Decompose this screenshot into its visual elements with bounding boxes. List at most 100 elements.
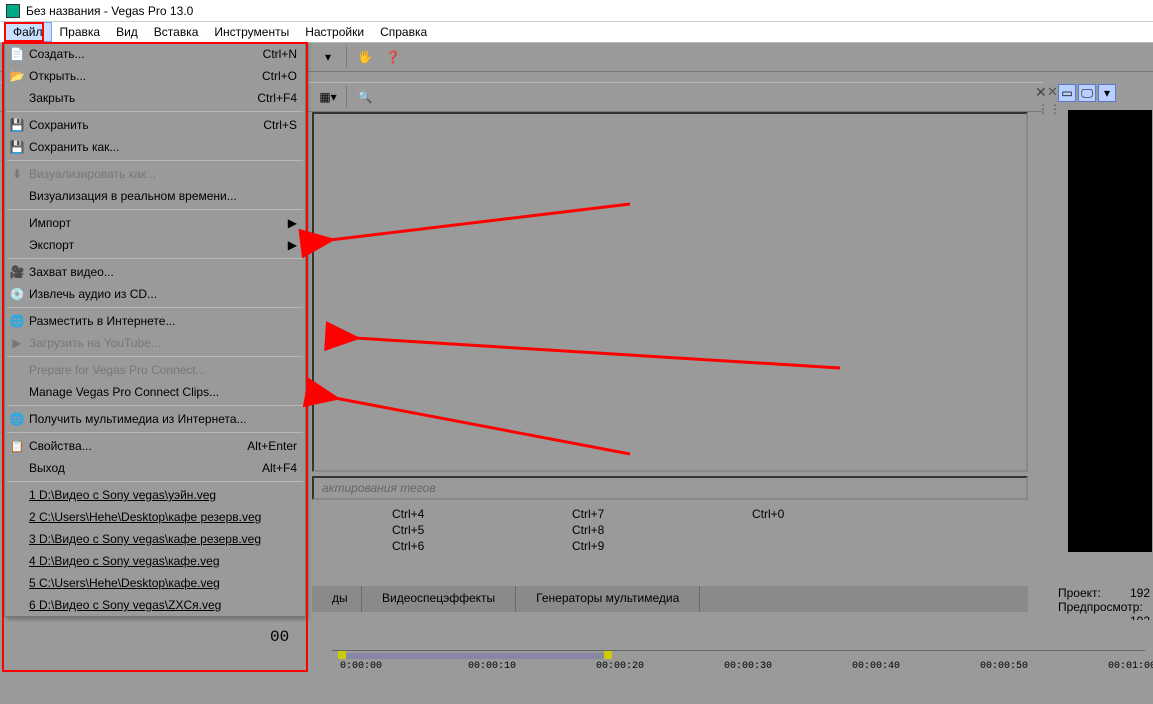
bottom-tabs: ды Видеоспецэффекты Генераторы мультимед…: [312, 586, 1028, 612]
menu-capture-video[interactable]: 🎥 Захват видео...: [5, 261, 305, 283]
menu-recent-2[interactable]: 2 C:\Users\Hehe\Desktop\кафе резерв.veg: [5, 506, 305, 528]
ruler-label: 00:00:50: [980, 661, 1028, 672]
help-icon[interactable]: ❓: [381, 45, 405, 69]
save-icon: 💾: [9, 117, 25, 133]
project-label: Проект:: [1058, 586, 1101, 600]
shortcut-ctrl4: Ctrl+4: [392, 506, 532, 522]
download-icon: 🌐: [9, 411, 25, 427]
menu-prepare-connect: Prepare for Vegas Pro Connect...: [5, 359, 305, 381]
workspace-panel: [312, 112, 1028, 472]
properties-icon: 📋: [9, 438, 25, 454]
youtube-icon: ▶: [9, 335, 25, 351]
menu-extract-audio-cd[interactable]: 💿 Извлечь аудио из CD...: [5, 283, 305, 305]
shortcut-ctrl7: Ctrl+7: [572, 506, 712, 522]
tags-placeholder: актирования тегов: [322, 481, 436, 495]
menu-separator: [7, 258, 303, 259]
preview-panel: ▭ 🖵 ▾ Проект: 192 Предпросмотр: 192: [1056, 82, 1152, 628]
capture-icon: 🎥: [9, 264, 25, 280]
menu-recent-4[interactable]: 4 D:\Видео с Sony vegas\кафе.veg: [5, 550, 305, 572]
panel-drag-handle[interactable]: ⋮: [1037, 102, 1049, 116]
tags-edit-bar[interactable]: актирования тегов: [312, 476, 1028, 500]
preview-close-icon[interactable]: ✕: [1047, 84, 1058, 100]
view-grid-icon[interactable]: ▦▾: [316, 85, 340, 109]
menu-file[interactable]: Файл: [4, 22, 52, 42]
hand-icon[interactable]: 🖐: [353, 45, 377, 69]
menu-separator: [7, 209, 303, 210]
menu-bar: Файл Правка Вид Вставка Инструменты Наст…: [0, 22, 1153, 42]
shortcut-ctrl8: Ctrl+8: [572, 522, 712, 538]
menu-realtime-render[interactable]: Визуализация в реальном времени...: [5, 185, 305, 207]
project-value: 192: [1130, 586, 1150, 600]
loop-end-marker[interactable]: [604, 651, 612, 659]
file-menu-dropdown: 📄 Создать...Ctrl+N 📂 Открыть...Ctrl+O За…: [4, 42, 306, 617]
menu-edit[interactable]: Правка: [52, 22, 109, 42]
menu-recent-1[interactable]: 1 D:\Видео с Sony vegas\уэйн.veg: [5, 484, 305, 506]
menu-get-media-internet[interactable]: 🌐 Получить мультимедиа из Интернета...: [5, 408, 305, 430]
menu-separator: [7, 111, 303, 112]
timecode-display: 00: [270, 628, 289, 646]
shortcut-hints: Ctrl+4 Ctrl+5 Ctrl+6 Ctrl+7 Ctrl+8 Ctrl+…: [312, 504, 1028, 564]
menu-close[interactable]: ЗакрытьCtrl+F4: [5, 87, 305, 109]
menu-recent-5[interactable]: 5 C:\Users\Hehe\Desktop\кафе.veg: [5, 572, 305, 594]
ruler-label: 00:00:40: [852, 661, 900, 672]
menu-recent-3[interactable]: 3 D:\Видео с Sony vegas\кафе резерв.veg: [5, 528, 305, 550]
new-file-icon: 📄: [9, 46, 25, 62]
title-bar: Без названия - Vegas Pro 13.0: [0, 0, 1153, 22]
menu-recent-6[interactable]: 6 D:\Видео с Sony vegas\ZXCя.veg: [5, 594, 305, 616]
shortcut-ctrl9: Ctrl+9: [572, 538, 712, 554]
ruler-label: 0:00:00: [340, 661, 382, 672]
menu-import[interactable]: Импорт▶: [5, 212, 305, 234]
menu-help[interactable]: Справка: [372, 22, 435, 42]
open-folder-icon: 📂: [9, 68, 25, 84]
menu-open[interactable]: 📂 Открыть...Ctrl+O: [5, 65, 305, 87]
toolbar-button[interactable]: ▾: [316, 45, 340, 69]
menu-properties[interactable]: 📋 Свойства...Alt+Enter: [5, 435, 305, 457]
menu-separator: [7, 481, 303, 482]
timeline-ruler[interactable]: 0:00:00 00:00:10 00:00:20 00:00:30 00:00…: [332, 650, 1145, 674]
menu-tools[interactable]: Инструменты: [206, 22, 297, 42]
toolbar-separator: [346, 86, 347, 108]
tab-video-fx[interactable]: Видеоспецэффекты: [362, 586, 516, 612]
preview-btn-3[interactable]: ▾: [1098, 84, 1116, 102]
menu-view[interactable]: Вид: [108, 22, 146, 42]
preview-btn-1[interactable]: ▭: [1058, 84, 1076, 102]
preview-label: Предпросмотр:: [1058, 600, 1143, 614]
save-as-icon: 💾: [9, 139, 25, 155]
window-title: Без названия - Vegas Pro 13.0: [26, 4, 193, 18]
menu-exit[interactable]: ВыходAlt+F4: [5, 457, 305, 479]
loop-region[interactable]: [340, 653, 610, 659]
ruler-label: 00:00:30: [724, 661, 772, 672]
cd-icon: 💿: [9, 286, 25, 302]
menu-separator: [7, 307, 303, 308]
preview-info: Проект: 192 Предпросмотр: 192: [1056, 582, 1152, 618]
submenu-arrow-icon: ▶: [288, 238, 297, 252]
preview-drag-handle[interactable]: ⋮: [1049, 102, 1061, 116]
menu-export[interactable]: Экспорт▶: [5, 234, 305, 256]
menu-separator: [7, 405, 303, 406]
tab-transitions[interactable]: ды: [312, 586, 362, 612]
submenu-arrow-icon: ▶: [288, 216, 297, 230]
loop-start-marker[interactable]: [338, 651, 346, 659]
menu-insert[interactable]: Вставка: [146, 22, 207, 42]
menu-options[interactable]: Настройки: [297, 22, 372, 42]
tab-media-generators[interactable]: Генераторы мультимедиа: [516, 586, 700, 612]
search-icon[interactable]: 🔍: [353, 85, 377, 109]
ruler-label: 00:01:00: [1108, 661, 1153, 672]
menu-separator: [7, 432, 303, 433]
preview-btn-2[interactable]: 🖵: [1078, 84, 1096, 102]
app-icon: [6, 4, 20, 18]
toolbar-separator: [346, 46, 347, 68]
menu-render-as: ⬇ Визуализировать как...: [5, 163, 305, 185]
preview-video-area: [1068, 110, 1152, 552]
menu-save[interactable]: 💾 СохранитьCtrl+S: [5, 114, 305, 136]
shortcut-ctrl0: Ctrl+0: [752, 506, 892, 522]
render-icon: ⬇: [9, 166, 25, 182]
menu-save-as[interactable]: 💾 Сохранить как...: [5, 136, 305, 158]
menu-new[interactable]: 📄 Создать...Ctrl+N: [5, 43, 305, 65]
ruler-label: 00:00:10: [468, 661, 516, 672]
shortcut-ctrl5: Ctrl+5: [392, 522, 532, 538]
menu-manage-connect[interactable]: Manage Vegas Pro Connect Clips...: [5, 381, 305, 403]
menu-share-online[interactable]: 🌐 Разместить в Интернете...: [5, 310, 305, 332]
ruler-label: 00:00:20: [596, 661, 644, 672]
shortcut-ctrl6: Ctrl+6: [392, 538, 532, 554]
